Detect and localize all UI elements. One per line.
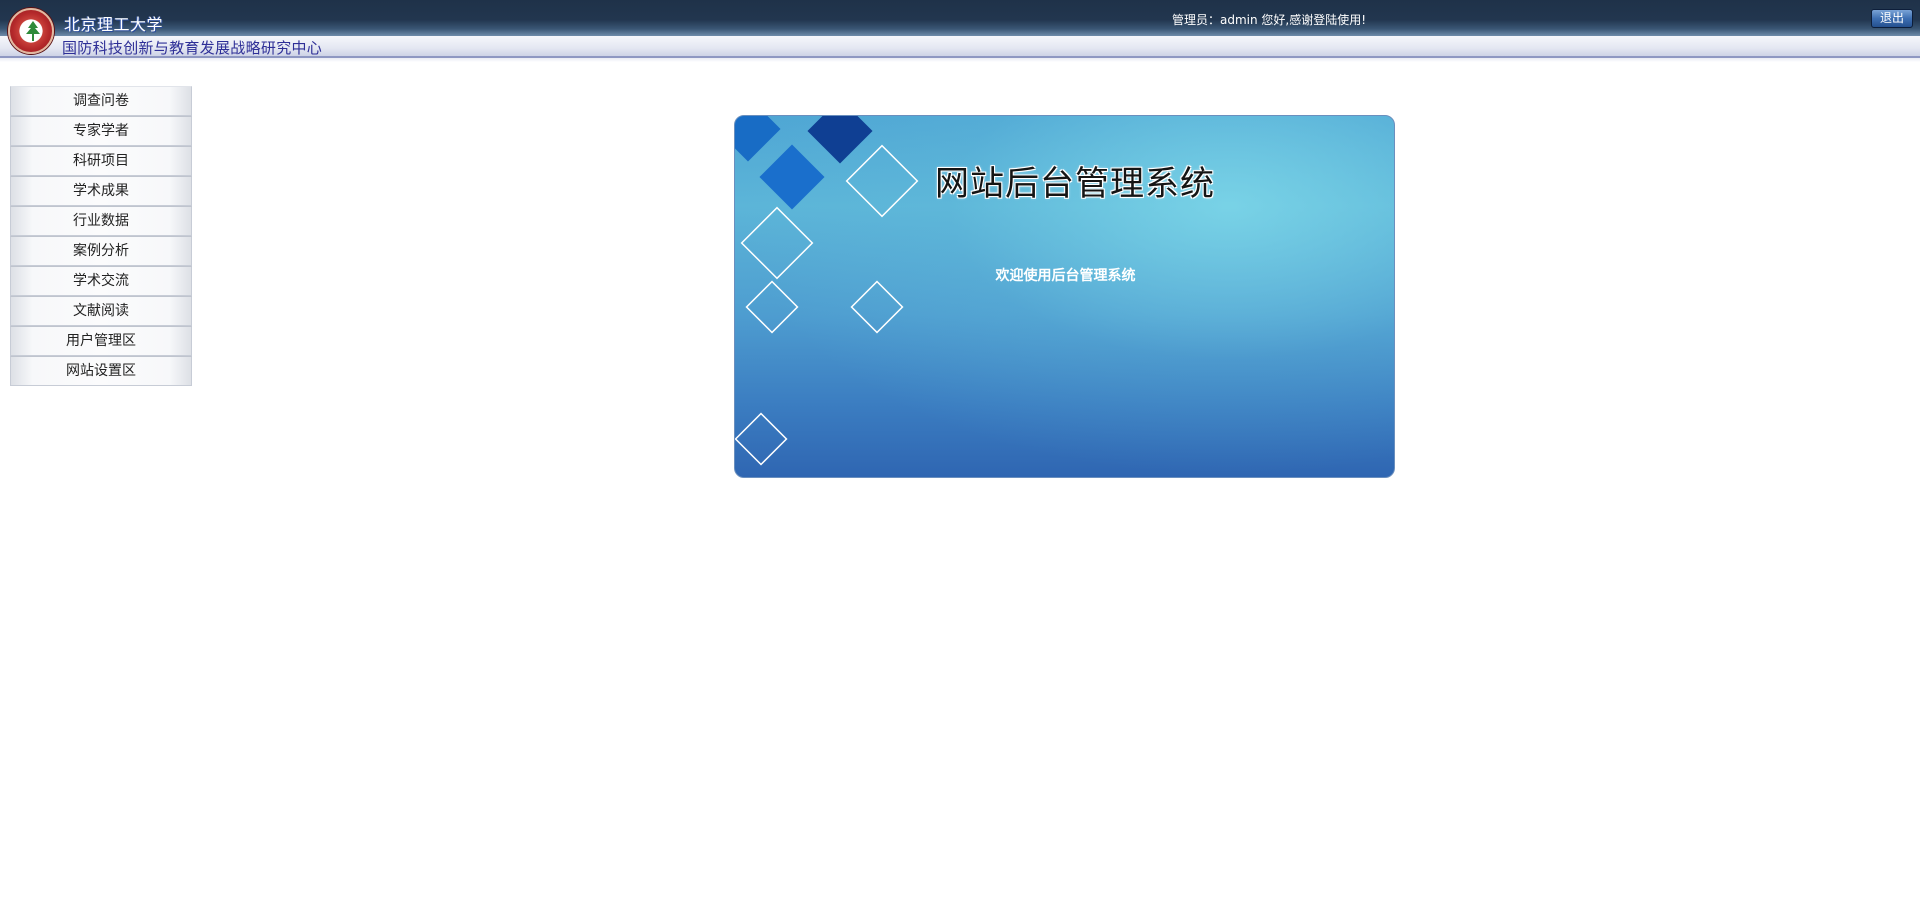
sidebar-item-case-analysis[interactable]: 案例分析 [10, 236, 192, 266]
university-seal-icon [8, 8, 54, 54]
welcome-message: 管理员：admin 您好,感谢登陆使用! [1172, 13, 1367, 27]
sidebar-item-academic-exchange[interactable]: 学术交流 [10, 266, 192, 296]
system-title: 网站后台管理系统 [935, 164, 1215, 204]
welcome-subtitle: 欢迎使用后台管理系统 [995, 268, 1136, 284]
sidebar-item-user-management[interactable]: 用户管理区 [10, 326, 192, 356]
sidebar-item-academic-results[interactable]: 学术成果 [10, 176, 192, 206]
university-name: 北京理工大学 [64, 15, 164, 34]
tree-emblem-icon [26, 21, 40, 41]
sidebar-item-research-projects[interactable]: 科研项目 [10, 146, 192, 176]
header-divider [0, 58, 1920, 62]
sidebar-item-industry-data[interactable]: 行业数据 [10, 206, 192, 236]
sidebar-item-experts[interactable]: 专家学者 [10, 116, 192, 146]
sidebar-item-site-settings[interactable]: 网站设置区 [10, 356, 192, 386]
sidebar-menu: 调查问卷 专家学者 科研项目 学术成果 行业数据 案例分析 学术交流 文献阅读 … [10, 86, 192, 386]
welcome-banner: 网站后台管理系统 欢迎使用后台管理系统 [734, 115, 1395, 478]
logout-button[interactable]: 退出 [1871, 9, 1913, 28]
sidebar-item-literature[interactable]: 文献阅读 [10, 296, 192, 326]
header-top-bar [0, 0, 1920, 36]
top-header: 北京理工大学 国防科技创新与教育发展战略研究中心 管理员：admin 您好,感谢… [0, 0, 1920, 62]
center-name: 国防科技创新与教育发展战略研究中心 [62, 39, 323, 57]
sidebar-item-survey[interactable]: 调查问卷 [10, 86, 192, 116]
